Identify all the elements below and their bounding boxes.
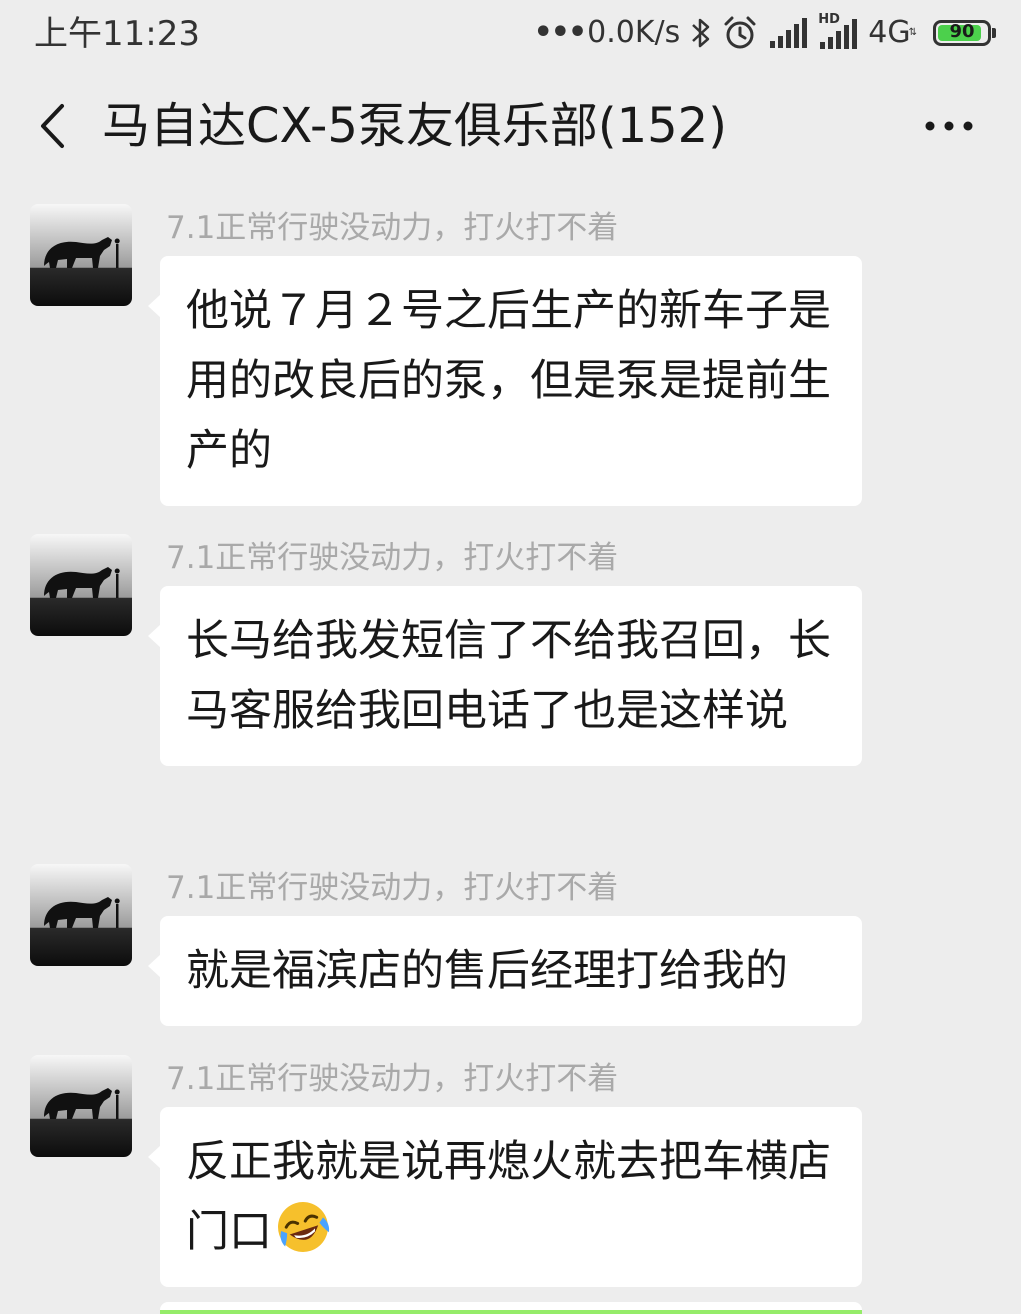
polar-bear-avatar-icon [30, 534, 132, 636]
status-indicators: •••0.0K/s HD 4G⇅ 90 [533, 12, 996, 54]
polar-bear-avatar-icon [30, 1055, 132, 1157]
sender-name: 7.1正常行驶没动力，打火打不着 [166, 870, 619, 906]
avatar[interactable] [30, 864, 132, 966]
avatar[interactable] [30, 204, 132, 306]
chat-header: 马自达CX-5泵友俱乐部(152) [0, 66, 1021, 186]
bluetooth-icon [692, 18, 710, 48]
sender-name: 7.1正常行驶没动力，打火打不着 [166, 1061, 619, 1097]
more-options-button[interactable] [913, 100, 985, 152]
alarm-icon [724, 16, 756, 49]
signal-hd-icon: HD [818, 12, 858, 50]
message-bubble[interactable]: 他说７月２号之后生产的新车子是用的改良后的泵，但是泵是提前生产的 [148, 256, 862, 506]
signal-icon [770, 18, 808, 48]
status-time: 上午11:23 [34, 14, 200, 54]
polar-bear-avatar-icon [30, 864, 132, 966]
status-bar: 上午11:23 •••0.0K/s HD 4G⇅ 90 [0, 0, 1021, 66]
laughing-crying-face-icon [278, 1202, 330, 1252]
avatar[interactable] [30, 534, 132, 636]
network-type: 4G⇅ [868, 15, 917, 50]
sender-name: 7.1正常行驶没动力，打火打不着 [166, 210, 619, 246]
avatar[interactable] [30, 1055, 132, 1157]
polar-bear-avatar-icon [30, 204, 132, 306]
message-bubble[interactable]: 就是福滨店的售后经理打给我的 [148, 916, 862, 1026]
message-bubble[interactable]: 长马给我发短信了不给我召回，长马客服给我回电话了也是这样说 [148, 586, 862, 766]
network-speed: •••0.0K/s [533, 15, 681, 50]
message-bubble[interactable]: 反正我就是说再熄火就去把车横店门口 [148, 1107, 862, 1287]
sender-name: 7.1正常行驶没动力，打火打不着 [166, 540, 619, 576]
next-message-peek [160, 1302, 862, 1314]
more-horizontal-icon [925, 121, 973, 131]
battery-icon: 90 [933, 20, 996, 46]
own-message-strip [160, 1310, 862, 1314]
chevron-left-icon [41, 104, 64, 148]
chat-title: 马自达CX-5泵友俱乐部(152) [102, 98, 727, 154]
back-button[interactable] [28, 96, 76, 156]
